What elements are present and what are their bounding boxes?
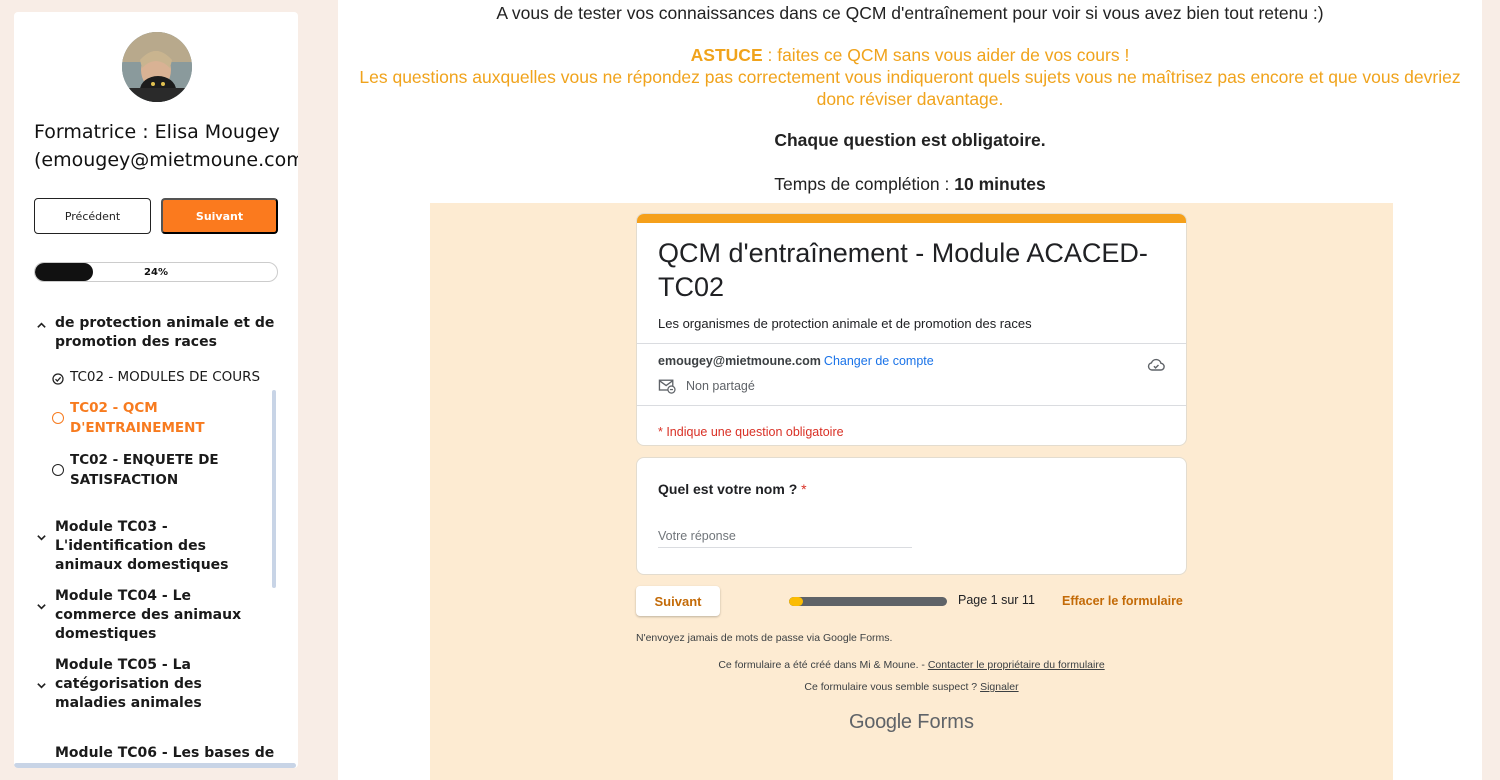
duration-label: Temps de complétion : bbox=[774, 174, 955, 194]
chevron-down-icon bbox=[36, 599, 47, 618]
name-answer-input[interactable] bbox=[658, 524, 912, 548]
tip-line1: : faites ce QCM sans vous aider de vos c… bbox=[762, 45, 1130, 65]
sidebar-vertical-scrollbar[interactable] bbox=[272, 390, 276, 588]
divider bbox=[637, 405, 1186, 406]
required-star: * bbox=[801, 481, 807, 497]
section-tc03[interactable]: Module TC03 - L'identification des anima… bbox=[36, 518, 276, 575]
avatar bbox=[122, 32, 192, 102]
chevron-down-icon bbox=[36, 530, 47, 549]
course-sidebar: Formatrice : Elisa Mougey (emougey@mietm… bbox=[14, 12, 298, 768]
course-progress-bar: 24% bbox=[34, 262, 278, 282]
suspect-text: Ce formulaire vous semble suspect ? bbox=[804, 681, 981, 693]
lesson-label: TC02 - ENQUETE DE SATISFACTION bbox=[70, 452, 219, 488]
form-header-card: QCM d'entraînement - Module ACACED-TC02 … bbox=[636, 213, 1187, 446]
account-info: emougey@mietmoune.com Changer de compte bbox=[658, 354, 934, 368]
check-circle-icon bbox=[52, 371, 64, 391]
form-description: Les organismes de protection animale et … bbox=[658, 316, 1032, 331]
tip-text: ASTUCE : faites ce QCM sans vous aider d… bbox=[358, 44, 1462, 110]
suspect-info: Ce formulaire vous semble suspect ? Sign… bbox=[430, 681, 1393, 693]
section-tc06[interactable]: Module TC06 - Les bases de bbox=[36, 744, 276, 760]
password-warning: N'envoyez jamais de mots de passe via Go… bbox=[636, 632, 893, 644]
previous-button[interactable]: Précédent bbox=[34, 198, 151, 234]
section-tc02[interactable]: de protection animale et de promotion de… bbox=[36, 314, 276, 352]
brand-forms: Forms bbox=[917, 711, 974, 733]
tip-label: ASTUCE bbox=[690, 45, 763, 65]
duration-value: 10 minutes bbox=[954, 174, 1046, 194]
mandatory-text: Chaque question est obligatoire. bbox=[774, 130, 1046, 150]
form-next-button[interactable]: Suivant bbox=[636, 586, 720, 616]
form-created-info: Ce formulaire a été créé dans Mi & Moune… bbox=[430, 659, 1393, 671]
section-label: Module TC04 - Le commerce des animaux do… bbox=[55, 588, 242, 642]
divider bbox=[637, 343, 1186, 344]
circle-icon bbox=[52, 412, 64, 424]
google-form-embed: QCM d'entraînement - Module ACACED-TC02 … bbox=[430, 203, 1393, 780]
section-tc05[interactable]: Module TC05 - La catégorisation des mala… bbox=[36, 656, 276, 713]
lesson-tc02-modules[interactable]: TC02 - MODULES DE COURS bbox=[52, 367, 274, 387]
created-text: Ce formulaire a été créé dans Mi & Moune… bbox=[718, 659, 928, 671]
google-forms-logo[interactable]: Google Forms bbox=[430, 711, 1393, 734]
chevron-down-icon bbox=[36, 678, 47, 697]
tip-line2: Les questions auxquelles vous ne réponde… bbox=[359, 67, 1461, 109]
not-shared-text: Non partagé bbox=[686, 379, 755, 393]
form-progress-bar bbox=[789, 597, 947, 606]
section-tc04[interactable]: Module TC04 - Le commerce des animaux do… bbox=[36, 587, 276, 644]
cloud-icon bbox=[1146, 355, 1166, 375]
chevron-down-icon bbox=[36, 756, 47, 760]
question-label: Quel est votre nom ? * bbox=[658, 481, 807, 497]
lesson-tc02-enquete[interactable]: TC02 - ENQUETE DE SATISFACTION bbox=[52, 450, 274, 490]
report-link[interactable]: Signaler bbox=[980, 681, 1019, 693]
page-indicator: Page 1 sur 11 bbox=[958, 593, 1035, 607]
circle-icon bbox=[52, 464, 64, 476]
trainer-name: Formatrice : Elisa Mougey (emougey@mietm… bbox=[34, 121, 298, 171]
question-card-name: Quel est votre nom ? * bbox=[636, 457, 1187, 575]
lesson-tc02-qcm[interactable]: TC02 - QCM D'ENTRAINEMENT bbox=[52, 398, 274, 438]
question-text: Quel est votre nom ? bbox=[658, 481, 798, 497]
form-accent-bar bbox=[637, 214, 1186, 223]
lesson-label: TC02 - QCM D'ENTRAINEMENT bbox=[70, 400, 205, 436]
course-progress-text: 24% bbox=[144, 266, 168, 278]
account-email: emougey@mietmoune.com bbox=[658, 354, 821, 368]
not-shared-info: Non partagé bbox=[658, 378, 755, 394]
section-label: Module TC06 - Les bases de bbox=[55, 745, 275, 760]
section-label: de protection animale et de promotion de… bbox=[55, 315, 275, 350]
form-title: QCM d'entraînement - Module ACACED-TC02 bbox=[658, 238, 1148, 302]
main-content: A vous de tester vos connaissances dans … bbox=[338, 0, 1482, 780]
course-navigation: de protection animale et de promotion de… bbox=[14, 308, 284, 760]
section-label: Module TC03 - L'identification des anima… bbox=[55, 519, 229, 573]
switch-account-link[interactable]: Changer de compte bbox=[824, 354, 934, 368]
required-note: * Indique une question obligatoire bbox=[658, 425, 844, 439]
lesson-label: TC02 - MODULES DE COURS bbox=[70, 369, 261, 385]
next-button[interactable]: Suivant bbox=[161, 198, 278, 234]
clear-form-button[interactable]: Effacer le formulaire bbox=[1062, 594, 1183, 608]
brand-google: Google bbox=[849, 711, 912, 733]
form-progress-fill bbox=[789, 597, 804, 606]
contact-owner-link[interactable]: Contacter le propriétaire du formulaire bbox=[928, 659, 1105, 671]
chevron-up-icon bbox=[36, 318, 47, 337]
sidebar-horizontal-scrollbar[interactable] bbox=[14, 763, 296, 768]
intro-text: A vous de tester vos connaissances dans … bbox=[496, 3, 1324, 23]
section-label: Module TC05 - La catégorisation des mala… bbox=[55, 657, 202, 711]
duration-text: Temps de complétion : 10 minutes bbox=[338, 174, 1482, 195]
mail-lock-icon bbox=[658, 379, 676, 394]
